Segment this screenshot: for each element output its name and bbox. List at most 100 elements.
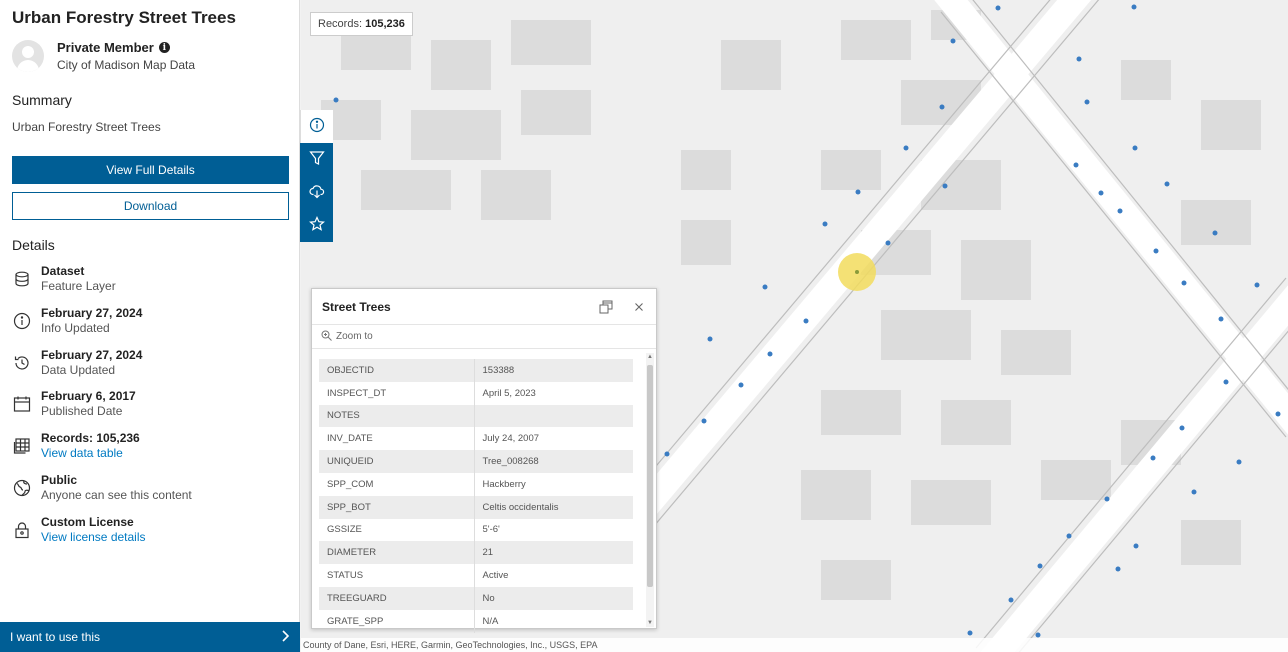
records-badge: Records: 105,236 — [310, 12, 413, 36]
avatar — [12, 40, 44, 72]
scroll-thumb[interactable] — [647, 365, 653, 587]
want-to-use-button[interactable]: I want to use this — [0, 622, 300, 652]
detail-title: February 6, 2017 — [41, 389, 136, 403]
attr-key: GRATE_SPP — [319, 609, 475, 633]
table-row: SPP_COM Hackberry — [319, 472, 633, 496]
table-row: UNIQUEID Tree_008268 — [319, 450, 633, 473]
filter-icon — [308, 150, 325, 170]
zoom-to-button[interactable]: Zoom to — [312, 325, 656, 349]
detail-license: Custom License View license details — [12, 515, 146, 544]
want-to-use-label: I want to use this — [10, 630, 101, 644]
detail-title: February 27, 2024 — [41, 348, 143, 362]
detail-public: Public Anyone can see this content — [12, 473, 192, 502]
attr-value: 5'-6' — [482, 524, 500, 536]
map-attribution: County of Dane, Esri, HERE, Garmin, GeoT… — [301, 638, 1288, 652]
chevron-right-icon — [280, 629, 290, 645]
attr-key: SPP_BOT — [319, 495, 475, 519]
page-title: Urban Forestry Street Trees — [12, 8, 236, 27]
zoom-in-icon — [321, 330, 332, 344]
table-row: INSPECT_DT April 5, 2023 — [319, 381, 633, 405]
sidebar: Urban Forestry Street Trees Private Memb… — [0, 0, 300, 652]
detail-title: February 27, 2024 — [41, 306, 143, 320]
attr-value: Celtis occidentalis — [482, 501, 559, 513]
attr-key: STATUS — [319, 564, 475, 587]
table-row: GRATE_SPP N/A — [319, 609, 633, 633]
attr-key: INV_DATE — [319, 427, 475, 451]
calendar-icon — [12, 394, 32, 414]
info-icon[interactable]: i — [158, 42, 170, 53]
info-icon — [12, 311, 32, 331]
detail-title: Records: 105,236 — [41, 431, 140, 445]
detail-dataset: Dataset Feature Layer — [12, 264, 116, 293]
attr-value: Active — [482, 570, 509, 582]
detail-sub: Info Updated — [41, 321, 110, 335]
detail-sub: Data Updated — [41, 363, 116, 377]
cloud-download-icon — [308, 183, 325, 203]
attr-key: OBJECTID — [319, 359, 475, 382]
attr-key: DIAMETER — [319, 541, 475, 565]
attr-key: SPP_COM — [319, 472, 475, 496]
attr-value: Hackberry — [482, 478, 526, 490]
download-tool-button[interactable] — [300, 176, 333, 209]
history-icon — [12, 353, 32, 373]
attr-value: Tree_008268 — [482, 456, 539, 468]
table-row: NOTES — [319, 404, 633, 428]
zoom-to-label: Zoom to — [336, 331, 373, 342]
attr-value — [474, 405, 633, 428]
info-icon — [309, 117, 325, 137]
attr-key: TREEGUARD — [319, 586, 475, 610]
attr-value: N/A — [482, 615, 499, 627]
download-button[interactable]: Download — [12, 192, 289, 220]
attr-value: 21 — [482, 547, 494, 559]
summary-text: Urban Forestry Street Trees — [12, 120, 161, 134]
attr-value: No — [482, 592, 495, 604]
vertical-toolbar — [300, 110, 333, 242]
info-tool-button[interactable] — [300, 110, 333, 143]
popup-title: Street Trees — [322, 299, 391, 314]
summary-heading: Summary — [12, 92, 72, 108]
detail-sub: Anyone can see this content — [41, 488, 192, 502]
attr-key: UNIQUEID — [319, 450, 475, 473]
dock-button[interactable] — [598, 299, 614, 315]
detail-published: February 6, 2017 Published Date — [12, 389, 136, 418]
popup-scrollbar[interactable]: ▲ ▼ — [646, 353, 654, 627]
filter-tool-button[interactable] — [300, 143, 333, 176]
detail-title: Custom License — [41, 515, 134, 529]
owner-name: Private Member — [57, 40, 154, 55]
favorite-tool-button[interactable] — [300, 209, 333, 242]
table-icon — [12, 436, 32, 456]
detail-sub: Published Date — [41, 404, 123, 418]
attr-key: INSPECT_DT — [319, 381, 475, 405]
table-row: GSSIZE 5'-6' — [319, 518, 633, 542]
scroll-up-arrow-icon[interactable]: ▲ — [646, 353, 654, 361]
lock-icon — [12, 520, 32, 540]
attr-value: July 24, 2007 — [482, 433, 540, 445]
table-row: DIAMETER 21 — [319, 541, 633, 565]
table-row: TREEGUARD No — [319, 586, 633, 610]
view-full-details-button[interactable]: View Full Details — [12, 156, 289, 184]
records-label: Records: — [318, 18, 363, 30]
attr-value: 153388 — [482, 364, 515, 376]
globe-icon — [12, 478, 32, 498]
attribute-table: OBJECTID 153388 INSPECT_DT April 5, 2023 N… — [319, 359, 633, 633]
records-count: 105,236 — [365, 18, 405, 30]
detail-records: Records: 105,236 View data table — [12, 431, 140, 460]
attr-key: NOTES — [319, 404, 475, 428]
table-row: INV_DATE July 24, 2007 — [319, 427, 633, 451]
table-row: SPP_BOT Celtis occidentalis — [319, 495, 633, 519]
owner-org: City of Madison Map Data — [57, 58, 196, 72]
owner-info: Private Member i City of Madison Map Dat… — [12, 38, 195, 74]
close-button[interactable] — [632, 300, 646, 314]
detail-data-updated: February 27, 2024 Data Updated — [12, 348, 142, 377]
detail-sub: Feature Layer — [41, 279, 116, 293]
attr-value: April 5, 2023 — [482, 387, 536, 399]
view-data-table-link[interactable]: View data table — [41, 446, 140, 460]
detail-info-updated: February 27, 2024 Info Updated — [12, 306, 142, 335]
table-row: OBJECTID 153388 — [319, 359, 633, 382]
popup-header: Street Trees — [312, 289, 656, 325]
database-icon — [12, 269, 32, 289]
detail-title: Public — [41, 473, 78, 487]
star-icon — [308, 215, 325, 236]
view-license-link[interactable]: View license details — [41, 530, 146, 544]
scroll-down-arrow-icon[interactable]: ▼ — [646, 619, 654, 627]
